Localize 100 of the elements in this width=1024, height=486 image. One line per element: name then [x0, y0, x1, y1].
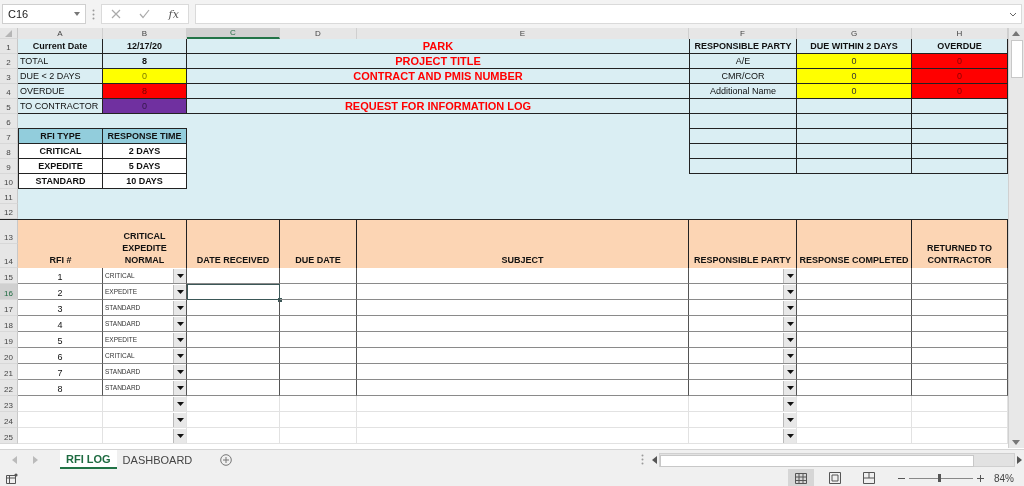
row-number[interactable]: 21: [0, 364, 18, 380]
row-number[interactable]: 9: [0, 159, 18, 174]
row-number[interactable]: 5: [0, 99, 18, 114]
table-cell[interactable]: [797, 284, 912, 300]
caret-icon: [786, 433, 794, 438]
table-cell[interactable]: [280, 364, 357, 380]
table-cell[interactable]: [187, 348, 280, 364]
table-cell[interactable]: [280, 348, 357, 364]
rfi-number: 6: [57, 352, 63, 363]
sheet-tab[interactable]: DASHBOARD: [116, 450, 199, 469]
row-number[interactable]: 24: [0, 412, 18, 428]
table-cell[interactable]: [357, 316, 689, 332]
table-cell[interactable]: [797, 364, 912, 380]
column-title: SUBJECT: [501, 254, 544, 266]
row-number[interactable]: 18: [0, 316, 18, 332]
table-cell[interactable]: [187, 268, 280, 284]
check-icon[interactable]: [139, 9, 151, 19]
row-number[interactable]: 11: [0, 189, 18, 204]
table-cell: 10 DAYS: [103, 174, 187, 189]
caret-icon: [176, 369, 184, 374]
table-cell[interactable]: [187, 332, 280, 348]
row-number[interactable]: 4: [0, 84, 18, 99]
row-number[interactable]: 7: [0, 129, 18, 144]
table-cell[interactable]: [280, 300, 357, 316]
column-title: CRITICAL EXPEDITE NORMAL: [121, 230, 168, 266]
table-cell[interactable]: [280, 284, 357, 300]
more-icon[interactable]: [641, 454, 644, 465]
table-cell: 0: [912, 69, 1008, 84]
table-cell[interactable]: [280, 316, 357, 332]
row-number[interactable]: 23: [0, 396, 18, 412]
add-sheet-icon[interactable]: [220, 453, 233, 466]
row-number[interactable]: 25: [0, 428, 18, 444]
sheet-status-icon[interactable]: [6, 472, 18, 484]
formula-field[interactable]: [195, 4, 1022, 24]
table-cell[interactable]: [187, 380, 280, 396]
table-cell: 0: [912, 84, 1008, 99]
table-cell[interactable]: [357, 332, 689, 348]
zoom-level[interactable]: 84%: [994, 472, 1018, 484]
row-number[interactable]: 2: [0, 54, 18, 69]
row-number[interactable]: 12: [0, 204, 18, 219]
table-cell[interactable]: [357, 284, 689, 300]
row-number[interactable]: 13: [0, 220, 18, 244]
close-icon[interactable]: [111, 9, 122, 19]
table-header: RESPONSE TIME: [103, 129, 187, 144]
table-cell[interactable]: [797, 300, 912, 316]
scroll-left-icon[interactable]: [652, 455, 657, 464]
row-number[interactable]: 6: [0, 114, 18, 129]
summary-value: 0: [103, 69, 187, 84]
name-box[interactable]: C16: [2, 4, 86, 24]
table-cell: 5 DAYS: [103, 159, 187, 174]
scrollbar-thumb[interactable]: [660, 454, 974, 467]
column-header[interactable]: C: [187, 28, 280, 39]
row-number[interactable]: 22: [0, 380, 18, 396]
row-number[interactable]: 3: [0, 69, 18, 84]
table-cell[interactable]: [357, 364, 689, 380]
view-button[interactable]: [788, 469, 814, 486]
rfi-number: 5: [57, 336, 63, 347]
table-cell[interactable]: [280, 332, 357, 348]
table-cell[interactable]: [797, 380, 912, 396]
scroll-right-icon[interactable]: [1017, 455, 1022, 464]
horizontal-scrollbar[interactable]: [641, 452, 1022, 467]
insert-function-button[interactable]: fx: [168, 7, 179, 21]
table-cell[interactable]: [187, 300, 280, 316]
zoom-in-icon[interactable]: [977, 474, 984, 482]
sheet-tab[interactable]: RFI LOG: [60, 450, 117, 469]
table-cell[interactable]: [280, 268, 357, 284]
table-cell[interactable]: [357, 380, 689, 396]
caret-icon: [176, 289, 184, 294]
table-cell[interactable]: [797, 316, 912, 332]
row-number[interactable]: 15: [0, 268, 18, 284]
table-cell[interactable]: [797, 348, 912, 364]
table-cell[interactable]: [797, 268, 912, 284]
row-number[interactable]: 8: [0, 144, 18, 159]
zoom-slider[interactable]: [909, 474, 973, 482]
scrollbar-thumb[interactable]: [1011, 40, 1023, 78]
row-number[interactable]: 16: [0, 284, 18, 300]
scroll-down-icon[interactable]: [1012, 440, 1020, 445]
row-number[interactable]: 19: [0, 332, 18, 348]
caret-icon: [786, 385, 794, 390]
scroll-up-icon[interactable]: [1012, 31, 1020, 36]
table-cell[interactable]: [357, 268, 689, 284]
table-cell: 0: [797, 54, 912, 69]
row-number[interactable]: 1: [0, 39, 18, 54]
row-number[interactable]: 14: [0, 244, 18, 268]
rfi-number: 1: [57, 272, 63, 283]
table-cell[interactable]: [187, 316, 280, 332]
table-cell[interactable]: [187, 364, 280, 380]
table-cell[interactable]: [280, 380, 357, 396]
table-cell[interactable]: [797, 332, 912, 348]
table-cell[interactable]: [357, 348, 689, 364]
row-number[interactable]: 10: [0, 174, 18, 189]
caret-icon: [786, 305, 794, 310]
table-cell[interactable]: [357, 300, 689, 316]
table-cell: 0: [797, 84, 912, 99]
table-cell: 0: [912, 54, 1008, 69]
vertical-scrollbar[interactable]: [1008, 28, 1024, 448]
selected-cell[interactable]: [187, 284, 280, 300]
row-number[interactable]: 20: [0, 348, 18, 364]
grid-icon: [795, 472, 807, 484]
row-number[interactable]: 17: [0, 300, 18, 316]
